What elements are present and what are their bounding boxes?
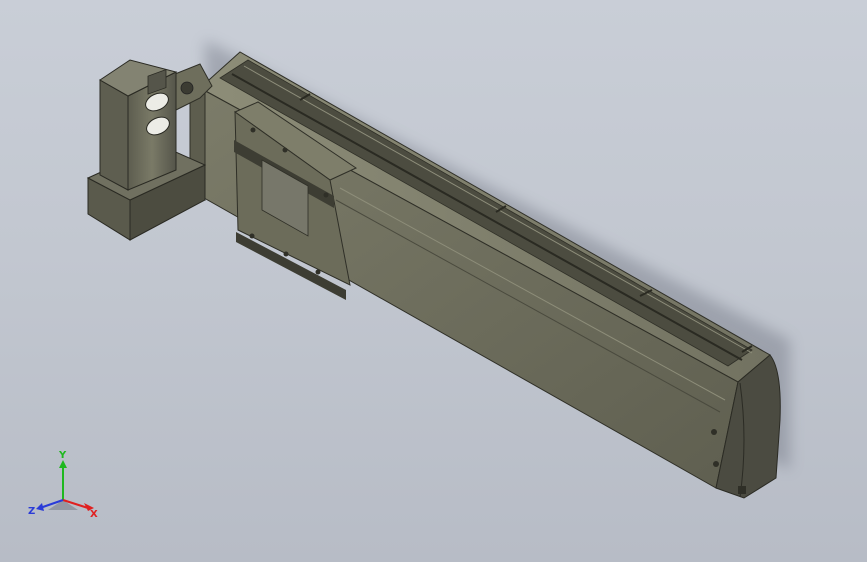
carriage-bolt [282,147,288,153]
linear-actuator-model[interactable] [0,0,867,562]
carriage-bolt [250,127,256,133]
carriage-bolt [315,269,321,275]
carriage-bolt [283,251,289,257]
triad-y-arrow [59,460,67,468]
view-orientation-triad[interactable]: Y X Z [28,448,108,523]
coupling-hole [180,81,194,95]
triad-z-arrow [36,503,44,511]
end-cap-screw [711,429,717,435]
carriage-bolt [249,233,255,239]
triad-graphic: Y X Z [28,450,98,520]
carriage-bolt [323,192,329,198]
triad-y-label: Y [58,450,67,461]
end-cap-notch [738,486,746,494]
triad-z-label: Z [28,506,35,517]
cad-viewport[interactable]: Y X Z [0,0,867,562]
triad-cone [48,500,78,510]
motor-body-front [99,79,129,191]
triad-x-label: X [90,509,98,520]
end-cap-screw-2 [713,461,719,467]
